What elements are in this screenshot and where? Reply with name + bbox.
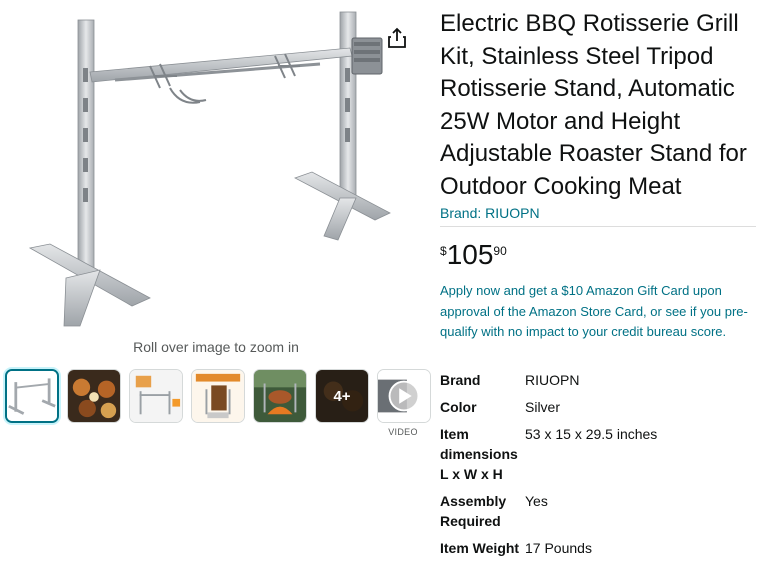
spec-key: Assembly Required	[440, 493, 507, 529]
price-whole: 105	[446, 239, 494, 270]
video-label: VIDEO	[388, 427, 418, 437]
spec-value: Yes	[525, 493, 548, 509]
spec-key: Item Weight	[440, 540, 520, 556]
price: $10590	[440, 240, 507, 274]
thumbnail-3[interactable]	[129, 369, 183, 423]
more-images-count: 4+	[333, 387, 351, 405]
store-card-promo-link[interactable]: Apply now and get a $10 Amazon Gift Card…	[440, 281, 758, 343]
spec-row-color: Color Silver	[440, 397, 760, 417]
thumbnail-1[interactable]	[5, 369, 59, 423]
spec-row-dimensions: Item dimensions L x W x H 53 x 15 x 29.5…	[440, 424, 760, 484]
spec-key: Item dimensions L x W x H	[440, 426, 518, 482]
share-icon[interactable]	[386, 26, 408, 50]
zoom-hint: Roll over image to zoom in	[133, 339, 299, 355]
spec-key: Color	[440, 399, 477, 415]
brand-link[interactable]: Brand: RIUOPN	[440, 205, 540, 221]
spec-row-weight: Item Weight 17 Pounds	[440, 538, 760, 558]
divider	[440, 226, 756, 227]
price-symbol: $	[440, 244, 447, 258]
spec-value: 17 Pounds	[525, 540, 592, 556]
thumbnail-strip: 4+ VIDEO	[5, 369, 431, 439]
spec-row-brand: Brand RIUOPN	[440, 370, 760, 390]
thumbnail-2[interactable]	[67, 369, 121, 423]
price-fraction: 90	[493, 244, 507, 258]
thumbnail-video[interactable]	[377, 369, 431, 423]
product-title: Electric BBQ Rotisserie Grill Kit, Stain…	[440, 10, 747, 200]
spec-value: RIUOPN	[525, 372, 580, 388]
spec-row-assembly: Assembly Required Yes	[440, 491, 760, 531]
specs-table: Brand RIUOPN Color Silver Item dimension…	[440, 370, 760, 565]
spec-value: 53 x 15 x 29.5 inches	[525, 426, 658, 442]
thumbnail-5[interactable]	[253, 369, 307, 423]
thumbnail-more[interactable]: 4+	[315, 369, 369, 423]
spec-key: Brand	[440, 372, 481, 388]
thumbnail-4[interactable]	[191, 369, 245, 423]
main-product-image[interactable]	[20, 8, 400, 333]
spec-value: Silver	[525, 399, 561, 415]
